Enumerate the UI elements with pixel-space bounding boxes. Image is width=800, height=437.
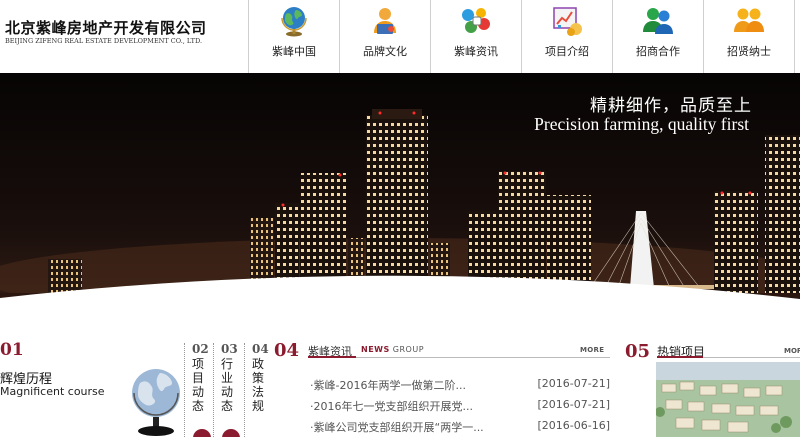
- tab-marker: [222, 429, 240, 437]
- nav-label: 品牌文化: [363, 45, 407, 58]
- news-divider: [308, 356, 610, 358]
- nav-item-brand-culture[interactable]: 品牌文化: [340, 0, 431, 73]
- company-name-cn: 北京紫峰房地产开发有限公司: [5, 19, 207, 37]
- messenger-people-icon: [643, 8, 673, 34]
- history-number: 01: [0, 340, 24, 360]
- hot-number: 05: [625, 341, 651, 362]
- company-logo[interactable]: 北京紫峰房地产开发有限公司 BEIJING ZIFENG REAL ESTATE…: [0, 0, 248, 73]
- globe-icon: [281, 7, 307, 37]
- news-en-highlight: NEWS: [361, 345, 390, 354]
- history-subtitle: Magnificent course: [0, 385, 105, 398]
- hero-banner: 精耕细作，品质至上 Precision farming, quality fir…: [0, 73, 800, 335]
- hot-more-link[interactable]: MORE: [784, 347, 800, 355]
- news-item[interactable]: ·紫峰公司党支部组织开展“两学一... [2016-06-16]: [310, 419, 610, 437]
- nav-label: 招贤纳士: [727, 45, 771, 58]
- tab-label: 政策法规: [252, 357, 265, 413]
- tab-industry-news[interactable]: 03 行业动态: [213, 343, 243, 437]
- nav-item-project-intro[interactable]: 项目介绍: [522, 0, 613, 73]
- tab-number: 03: [221, 342, 238, 356]
- tab-marker: [193, 429, 211, 437]
- news-en-rest: GROUP: [392, 345, 425, 354]
- nav-label: 项目介绍: [545, 45, 589, 58]
- news-item-title: ·紫峰-2016年两学一做第二阶...: [310, 379, 466, 392]
- chart-icon: [553, 7, 582, 36]
- nav-item-zifeng-news[interactable]: 紫峰资讯: [431, 0, 522, 73]
- nav-item-recruitment[interactable]: 招贤纳士: [704, 0, 795, 73]
- hot-project-image[interactable]: [656, 362, 800, 437]
- banner-slogan-cn: 精耕细作，品质至上: [590, 96, 752, 116]
- news-item-date: [2016-07-21]: [537, 377, 610, 390]
- nav-label: 紫峰资讯: [454, 45, 498, 58]
- news-item-title: ·2016年七一党支部组织开展党...: [310, 400, 473, 413]
- news-item-title: ·紫峰公司党支部组织开展“两学一...: [310, 421, 484, 434]
- team-people-icon: [734, 8, 764, 32]
- tab-number: 04: [252, 342, 269, 356]
- nav-item-zifeng-china[interactable]: 紫峰中国: [249, 0, 340, 73]
- banner-slogan-en: Precision farming, quality first: [534, 114, 749, 134]
- nav-label: 招商合作: [636, 45, 680, 58]
- content-area: 01 辉煌历程 Magnificent course 02 项目动态 03 行业…: [0, 335, 800, 437]
- news-number: 04: [274, 340, 300, 361]
- hot-divider: [657, 356, 800, 358]
- news-item-date: [2016-06-16]: [537, 419, 610, 432]
- tab-policy[interactable]: 04 政策法规: [244, 343, 274, 437]
- news-item[interactable]: ·2016年七一党支部组织开展党... [2016-07-21]: [310, 398, 610, 419]
- news-icon: [462, 8, 490, 33]
- news-item-date: [2016-07-21]: [537, 398, 610, 411]
- nav-label: 紫峰中国: [272, 45, 316, 58]
- company-name-en: BEIJING ZIFENG REAL ESTATE DEVELOPMENT C…: [5, 37, 203, 45]
- tab-label: 项目动态: [192, 357, 205, 413]
- user-award-icon: [374, 8, 396, 34]
- news-more-link[interactable]: MORE: [580, 346, 604, 354]
- main-nav: 紫峰中国 品牌文化 紫峰资讯 项目介绍 招商合作 招贤纳士: [248, 0, 800, 73]
- tab-project-news[interactable]: 02 项目动态: [184, 343, 214, 437]
- tab-number: 02: [192, 342, 209, 356]
- site-header: 北京紫峰房地产开发有限公司 BEIJING ZIFENG REAL ESTATE…: [0, 0, 800, 73]
- news-section-en: NEWS GROUP: [361, 345, 424, 354]
- tab-label: 行业动态: [221, 357, 234, 413]
- nav-item-investment[interactable]: 招商合作: [613, 0, 704, 73]
- news-item[interactable]: ·紫峰-2016年两学一做第二阶... [2016-07-21]: [310, 377, 610, 398]
- globe-image: [132, 369, 180, 436]
- news-list: ·紫峰-2016年两学一做第二阶... [2016-07-21] ·2016年七…: [310, 377, 610, 437]
